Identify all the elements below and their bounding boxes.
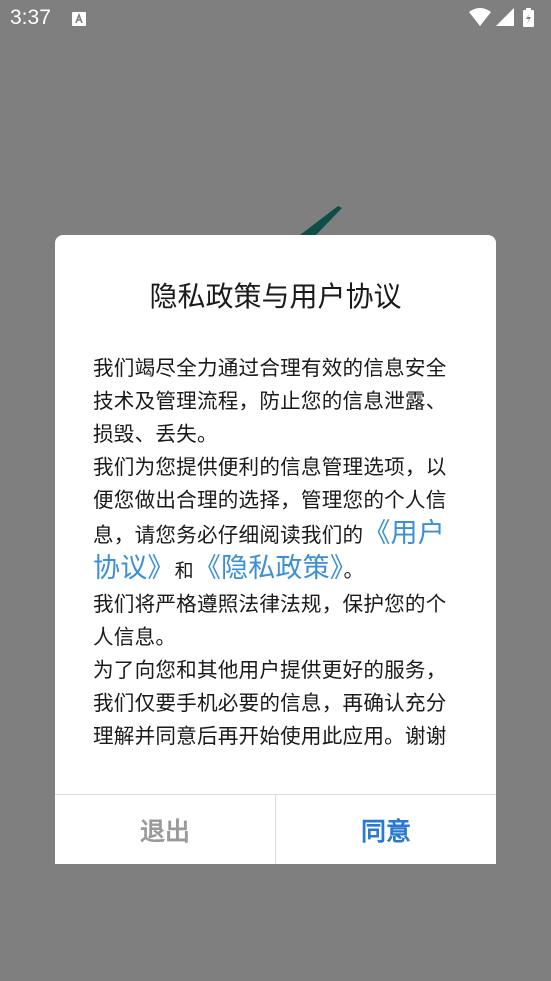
and-text: 和	[174, 560, 194, 582]
status-time: 3:37	[10, 6, 51, 29]
agree-button[interactable]: 同意	[276, 795, 496, 864]
dialog-body: 我们竭尽全力通过合理有效的信息安全技术及管理流程，防止您的信息泄露、损毁、丢失。…	[93, 352, 461, 752]
paragraph-security: 我们竭尽全力通过合理有效的信息安全技术及管理流程，防止您的信息泄露、损毁、丢失。	[93, 356, 447, 446]
status-bar: 3:37	[0, 0, 551, 36]
dialog-title: 隐私政策与用户协议	[149, 280, 402, 313]
paragraph-options: 我们为您提供便利的信息管理选项，以便您做出合理的选择，管理您的个人信息，请您务必…	[93, 451, 461, 588]
signal-icon	[496, 8, 514, 26]
privacy-policy-link[interactable]: 《隐私政策》	[194, 553, 344, 584]
dialog-button-row: 退出 同意	[55, 794, 496, 864]
exit-button[interactable]: 退出	[55, 795, 276, 864]
paragraph-service: 为了向您和其他用户提供更好的服务，我们仅要手机必要的信息，再确认充分理解并同意后…	[93, 658, 447, 748]
paragraph-law: 我们将严格遵照法律法规，保护您的个人信息。	[93, 592, 447, 649]
wifi-icon	[469, 8, 491, 26]
battery-icon	[523, 8, 534, 27]
a-letter-icon	[72, 11, 86, 30]
privacy-dialog: 隐私政策与用户协议 我们竭尽全力通过合理有效的信息安全技术及管理流程，防止您的信…	[55, 235, 496, 864]
status-icons	[469, 8, 541, 28]
period-text: 。	[343, 558, 365, 582]
